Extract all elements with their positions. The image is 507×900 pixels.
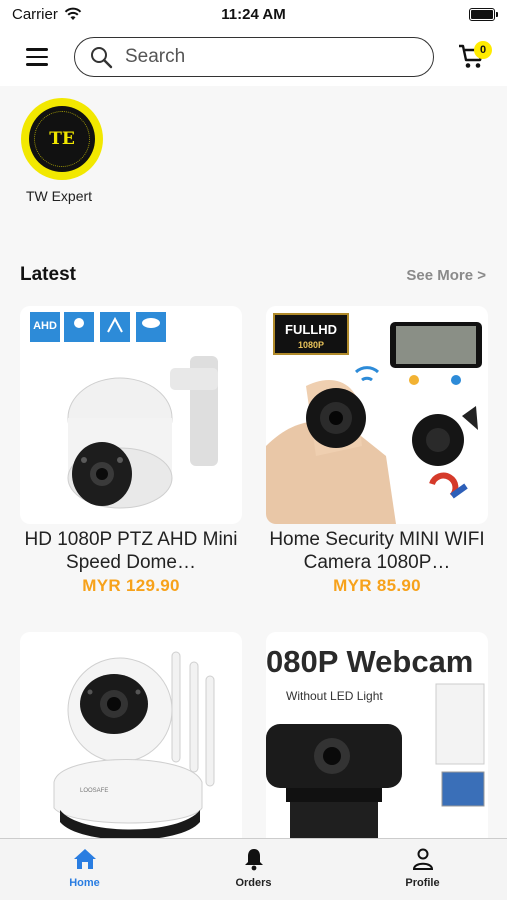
bottom-tab-bar: Home Orders Profile: [0, 838, 507, 900]
badge-fullhd: FULLHD: [285, 322, 337, 337]
product-card[interactable]: 080P Webcam Without LED Light: [266, 632, 488, 850]
mini-camera-image: FULLHD 1080P: [266, 313, 482, 524]
battery-icon: [469, 7, 498, 21]
header: 0: [0, 28, 507, 86]
store-logo: TE: [21, 98, 103, 180]
section-title: Latest: [20, 264, 76, 285]
tab-home-label: Home: [69, 877, 100, 889]
product-price: MYR 129.90: [82, 576, 180, 595]
tab-orders-label: Orders: [235, 877, 272, 889]
tab-orders[interactable]: Orders: [169, 839, 338, 900]
store-item[interactable]: TE TW Expert: [20, 98, 104, 204]
search-icon: [91, 47, 113, 69]
wifi-camera-image: LOOSAFE: [53, 651, 215, 840]
status-bar: Carrier 11:24 AM: [0, 0, 507, 28]
hamburger-icon: [26, 48, 48, 51]
wifi-icon: [64, 7, 82, 20]
product-card[interactable]: AHD HD 1080P PTZ AHD Mini Speed Dome… MY…: [20, 306, 242, 596]
product-price: MYR 85.90: [333, 576, 421, 595]
tab-profile[interactable]: Profile: [338, 839, 507, 900]
cart-count-badge: 0: [474, 41, 492, 59]
tab-home[interactable]: Home: [0, 839, 169, 900]
camera-brand: LOOSAFE: [80, 788, 108, 794]
product-title: Home Security MINI WIFI Camera 1080P…: [269, 529, 485, 573]
cart-button[interactable]: 0: [454, 39, 492, 75]
store-logo-text: TE: [29, 106, 95, 172]
ptz-camera-image: AHD: [30, 312, 218, 509]
home-icon: [73, 849, 96, 869]
product-image: LOOSAFE: [20, 632, 242, 850]
webcam-subheading: Without LED Light: [286, 689, 383, 703]
search-bar[interactable]: [74, 37, 434, 77]
product-card[interactable]: LOOSAFE: [20, 632, 242, 850]
webcam-image: 080P Webcam Without LED Light: [266, 644, 485, 842]
product-card[interactable]: FULLHD 1080P Home Security MINI WIFI Cam…: [266, 306, 488, 596]
menu-button[interactable]: [14, 37, 60, 77]
see-more-link[interactable]: See More >: [406, 267, 486, 284]
carrier-label: Carrier: [12, 5, 58, 23]
tab-profile-label: Profile: [405, 877, 440, 889]
webcam-heading: 080P Webcam: [266, 644, 473, 679]
product-image: AHD: [20, 306, 242, 524]
product-image: FULLHD 1080P: [266, 306, 488, 524]
bell-icon: [244, 849, 263, 871]
badge-1080p: 1080P: [298, 340, 324, 350]
product-title: HD 1080P PTZ AHD Mini Speed Dome…: [24, 529, 238, 573]
search-input[interactable]: [125, 46, 405, 68]
badge-ahd: AHD: [33, 320, 57, 332]
hamburger-line: [26, 55, 48, 59]
product-image: 080P Webcam Without LED Light: [266, 632, 488, 850]
hamburger-line: [26, 63, 48, 66]
status-left: Carrier: [12, 6, 82, 23]
person-icon: [412, 848, 433, 870]
store-name: TW Expert: [25, 188, 93, 204]
